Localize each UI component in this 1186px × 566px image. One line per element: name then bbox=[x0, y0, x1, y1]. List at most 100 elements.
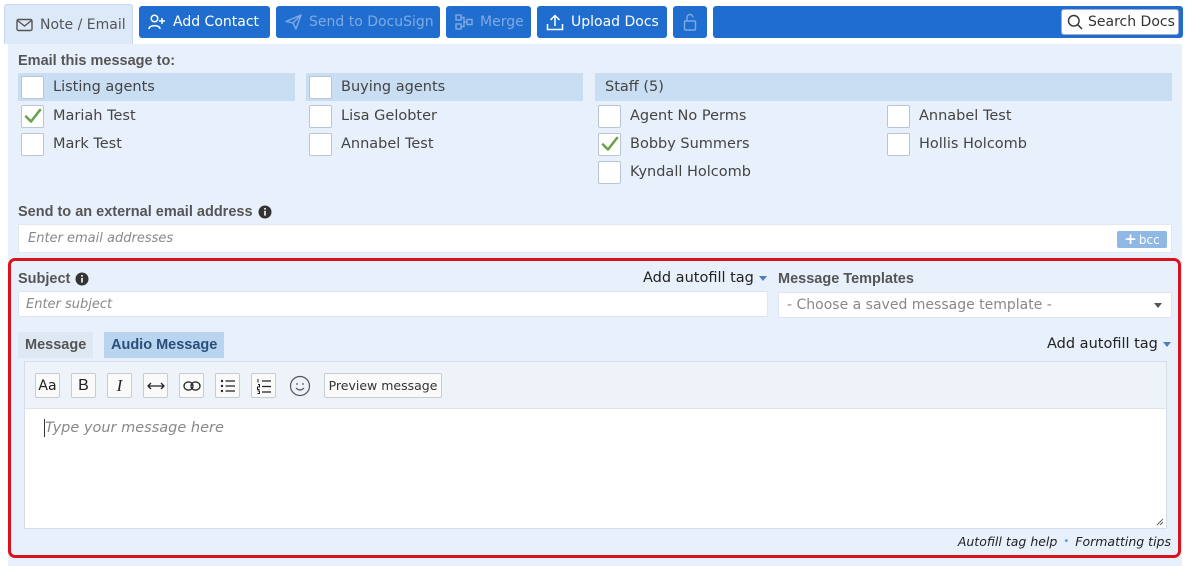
recipient-hollis-holcomb[interactable]: Hollis Holcomb bbox=[887, 132, 1027, 156]
formatting-tips-link[interactable]: Formatting tips bbox=[1075, 534, 1171, 549]
editor-footer-links: Autofill tag help • Formatting tips bbox=[958, 534, 1171, 549]
recipient-checkbox[interactable] bbox=[21, 132, 44, 156]
recipient-bobby-summers[interactable]: Bobby Summers bbox=[598, 132, 750, 156]
tab-audio-message[interactable]: Audio Message bbox=[104, 332, 225, 358]
recipient-checkbox[interactable] bbox=[21, 104, 44, 128]
message-autofill-dropdown[interactable]: Add autofill tag bbox=[1047, 336, 1171, 352]
send-docusign-label: Send to DocuSign bbox=[309, 14, 434, 30]
tab-message-label: Message bbox=[25, 337, 87, 353]
lock-button[interactable] bbox=[673, 6, 707, 38]
caret-down-icon bbox=[1154, 303, 1162, 308]
recipient-checkbox[interactable] bbox=[598, 132, 621, 156]
add-bcc-button[interactable]: + bcc bbox=[1117, 231, 1167, 248]
recipient-name: Lisa Gelobter bbox=[341, 108, 437, 124]
external-email-label-text: Send to an external email address bbox=[18, 204, 253, 220]
checkmark-icon bbox=[601, 136, 618, 151]
message-body-placeholder: Type your message here bbox=[45, 420, 224, 436]
autofill-help-link[interactable]: Autofill tag help bbox=[958, 534, 1058, 549]
listing-agents-checkbox[interactable] bbox=[21, 75, 44, 99]
numbered-list-icon[interactable] bbox=[251, 373, 276, 398]
tab-audio-label: Audio Message bbox=[111, 337, 218, 353]
recipient-name: Kyndall Holcomb bbox=[630, 164, 751, 180]
tab-note-email-label: Note / Email bbox=[40, 16, 126, 33]
recipient-checkbox[interactable] bbox=[887, 132, 910, 156]
upload-docs-label: Upload Docs bbox=[571, 14, 659, 30]
recipient-checkbox[interactable] bbox=[309, 132, 332, 156]
envelope-icon bbox=[16, 18, 33, 31]
templates-label: Message Templates bbox=[778, 271, 914, 287]
send-docusign-button[interactable]: Send to DocuSign bbox=[276, 6, 440, 38]
link-icon[interactable] bbox=[179, 373, 204, 398]
merge-button[interactable]: Merge bbox=[446, 6, 531, 38]
subject-label-text: Subject bbox=[18, 271, 71, 287]
external-email-input[interactable]: Enter email addresses bbox=[18, 224, 1172, 253]
subject-autofill-dropdown[interactable]: Add autofill tag bbox=[643, 270, 767, 286]
recipient-annabel-test-staff[interactable]: Annabel Test bbox=[887, 104, 1012, 128]
subject-placeholder: Enter subject bbox=[26, 296, 113, 312]
recipient-name: Mark Test bbox=[53, 136, 122, 152]
preview-message-button[interactable]: Preview message bbox=[324, 373, 442, 398]
bcc-label: bcc bbox=[1138, 232, 1160, 247]
recipient-mariah-test[interactable]: Mariah Test bbox=[21, 104, 136, 128]
separator-dot: • bbox=[1063, 536, 1070, 547]
message-body-input[interactable]: Type your message here bbox=[45, 420, 224, 436]
info-icon[interactable] bbox=[258, 205, 272, 219]
search-docs-button[interactable]: Search Docs bbox=[1061, 9, 1179, 35]
recipient-agent-no-perms[interactable]: Agent No Perms bbox=[598, 104, 746, 128]
recipients-heading: Email this message to: bbox=[18, 53, 176, 69]
listing-agents-header: Listing agents bbox=[18, 73, 295, 101]
info-icon[interactable] bbox=[75, 272, 89, 286]
subject-input[interactable]: Enter subject bbox=[18, 291, 768, 317]
add-contact-button[interactable]: Add Contact bbox=[139, 6, 270, 38]
merge-label: Merge bbox=[480, 14, 524, 30]
autofill-label: Add autofill tag bbox=[643, 270, 754, 286]
tab-note-email[interactable]: Note / Email bbox=[4, 4, 133, 44]
add-contact-label: Add Contact bbox=[173, 14, 260, 30]
recipient-name: Bobby Summers bbox=[630, 136, 750, 152]
plus-icon: + bbox=[1124, 230, 1137, 248]
external-email-label: Send to an external email address bbox=[18, 204, 272, 220]
message-editor: Aa B I Preview message Type your message… bbox=[24, 361, 1167, 529]
recipient-name: Mariah Test bbox=[53, 108, 136, 124]
buying-agents-label: Buying agents bbox=[341, 79, 446, 95]
buying-agents-header: Buying agents bbox=[306, 73, 583, 101]
recipient-name: Annabel Test bbox=[919, 108, 1012, 124]
listing-agents-label: Listing agents bbox=[53, 79, 155, 95]
templates-selected: - Choose a saved message template - bbox=[787, 297, 1052, 313]
search-docs-label: Search Docs bbox=[1088, 14, 1175, 30]
caret-down-icon bbox=[1162, 341, 1171, 347]
buying-agents-checkbox[interactable] bbox=[309, 75, 332, 99]
staff-label: Staff (5) bbox=[605, 79, 664, 95]
bold-icon[interactable]: B bbox=[71, 373, 96, 398]
checkmark-icon bbox=[24, 108, 41, 123]
paper-plane-icon bbox=[285, 14, 302, 30]
tab-message[interactable]: Message bbox=[18, 332, 94, 358]
autofill-label: Add autofill tag bbox=[1047, 336, 1158, 352]
emoji-icon[interactable] bbox=[287, 373, 312, 398]
bullet-list-icon[interactable] bbox=[215, 373, 240, 398]
recipient-annabel-test-buying[interactable]: Annabel Test bbox=[309, 132, 434, 156]
preview-message-label: Preview message bbox=[328, 378, 438, 393]
resize-handle-icon[interactable] bbox=[1156, 518, 1164, 526]
recipient-lisa-gelobter[interactable]: Lisa Gelobter bbox=[309, 104, 437, 128]
font-size-icon[interactable]: Aa bbox=[35, 373, 60, 398]
caret-down-icon bbox=[758, 275, 767, 281]
horizontal-rule-icon[interactable] bbox=[143, 373, 168, 398]
recipient-name: Hollis Holcomb bbox=[919, 136, 1027, 152]
upload-docs-button[interactable]: Upload Docs bbox=[537, 6, 667, 38]
recipient-checkbox[interactable] bbox=[309, 104, 332, 128]
recipient-mark-test[interactable]: Mark Test bbox=[21, 132, 122, 156]
templates-select[interactable]: - Choose a saved message template - bbox=[778, 292, 1172, 318]
search-icon bbox=[1067, 14, 1083, 30]
recipient-name: Agent No Perms bbox=[630, 108, 747, 124]
staff-header: Staff (5) bbox=[595, 73, 1172, 101]
add-user-icon bbox=[148, 14, 165, 30]
upload-icon bbox=[546, 13, 564, 30]
recipient-checkbox[interactable] bbox=[598, 104, 621, 128]
recipient-checkbox[interactable] bbox=[887, 104, 910, 128]
recipient-checkbox[interactable] bbox=[598, 160, 621, 184]
recipient-kyndall-holcomb[interactable]: Kyndall Holcomb bbox=[598, 160, 751, 184]
merge-icon bbox=[455, 14, 473, 30]
subject-label: Subject bbox=[18, 271, 89, 287]
italic-icon[interactable]: I bbox=[107, 373, 132, 398]
